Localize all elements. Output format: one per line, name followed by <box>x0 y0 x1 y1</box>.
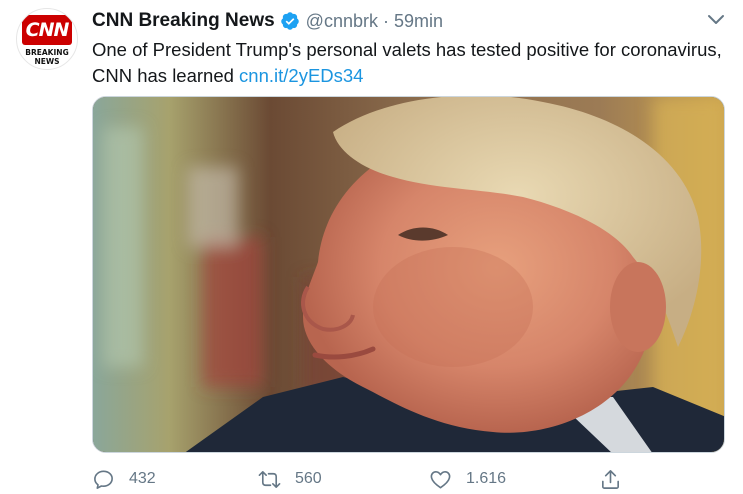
tweet-photo[interactable] <box>92 96 725 453</box>
timestamp[interactable]: 59min <box>394 11 443 32</box>
tweet-link[interactable]: cnn.it/2yEDs34 <box>239 65 363 86</box>
verified-badge-icon <box>280 12 299 30</box>
action-bar: 432 560 1.616 <box>92 466 732 492</box>
tweet-text: One of President Trump's personal valets… <box>92 37 732 89</box>
reply-count: 432 <box>129 470 156 487</box>
handle[interactable]: @cnnbrk <box>306 11 378 32</box>
logo-text: CNN <box>25 19 70 41</box>
like-button[interactable]: 1.616 <box>429 466 506 492</box>
cnn-logo: CNN <box>22 15 72 45</box>
display-name[interactable]: CNN Breaking News <box>92 10 275 32</box>
retweet-icon <box>258 470 281 488</box>
avatar-subtitle-breaking: BREAKING <box>25 48 69 57</box>
tweet-header: CNN Breaking News @cnnbrk · 59min <box>92 8 443 34</box>
separator-dot: · <box>382 10 389 31</box>
share-icon <box>602 469 619 489</box>
like-count: 1.616 <box>466 470 507 487</box>
heart-icon <box>430 470 451 488</box>
reply-button[interactable]: 432 <box>92 466 156 492</box>
share-button[interactable] <box>599 466 622 492</box>
retweet-count: 560 <box>295 470 322 487</box>
tweet[interactable]: CNN BREAKING NEWS CNN Breaking News @cnn… <box>0 0 743 494</box>
chevron-down-icon[interactable] <box>706 12 726 28</box>
reply-icon <box>94 470 113 489</box>
retweet-button[interactable]: 560 <box>258 466 322 492</box>
avatar-subtitle-news: NEWS <box>34 57 60 66</box>
avatar[interactable]: CNN BREAKING NEWS <box>16 8 78 70</box>
photo-image <box>93 97 724 452</box>
tweet-body: One of President Trump's personal valets… <box>92 39 722 86</box>
